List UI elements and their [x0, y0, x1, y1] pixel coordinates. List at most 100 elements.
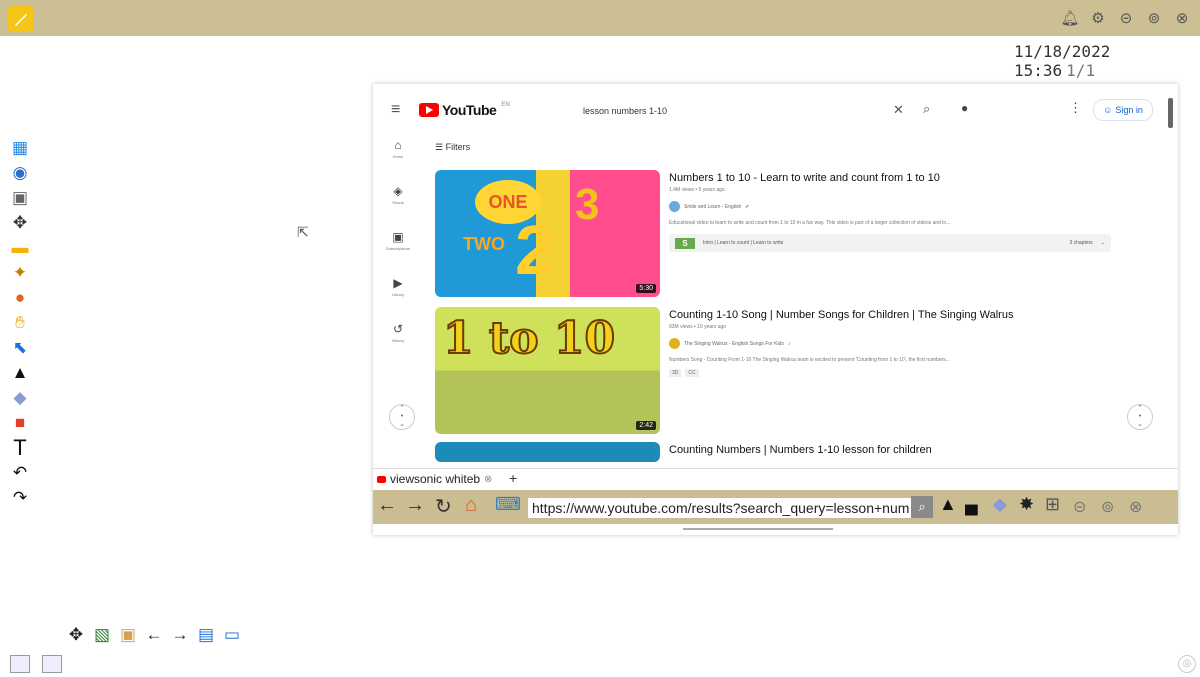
apps-icon[interactable]: ✦: [8, 261, 32, 285]
clear-search-icon[interactable]: ✕: [893, 102, 904, 118]
youtube-favicon-icon: [377, 475, 386, 483]
channel-row[interactable]: The Singing Walrus - English Songs For K…: [669, 338, 1149, 349]
tag-badge: 3D: [669, 369, 682, 377]
gear-icon[interactable]: ⚙: [1088, 8, 1108, 28]
maximize-icon[interactable]: ⊚: [1144, 8, 1164, 28]
folder-icon[interactable]: ▬: [8, 236, 32, 260]
thumbnail-number-graphic: 2: [515, 211, 554, 289]
more-options-icon[interactable]: ⋮: [1069, 100, 1082, 116]
marker-icon[interactable]: ▲: [8, 361, 32, 385]
sidebar-label: Home: [392, 154, 404, 159]
group-icon[interactable]: ◉: [8, 161, 32, 185]
video-tags: 3D CC: [669, 369, 1149, 377]
eraser-icon[interactable]: ◆: [993, 494, 1007, 515]
undo-icon[interactable]: ↶: [8, 461, 32, 485]
sidebar-item-history[interactable]: ↺ History: [373, 322, 423, 368]
minimize-icon[interactable]: ⊝: [1116, 8, 1136, 28]
pen-icon[interactable]: ▄: [965, 494, 978, 515]
windows-icon[interactable]: ▦: [8, 136, 32, 160]
move-icon[interactable]: ✥: [64, 624, 88, 646]
video-result[interactable]: ONE TWO 2 3 5:30 Numbers 1 to 10 - Learn…: [435, 170, 1155, 300]
search-icon[interactable]: ⌕: [911, 496, 933, 518]
microphone-icon[interactable]: ●: [961, 101, 968, 115]
close-tab-icon[interactable]: ⊗: [484, 474, 492, 485]
resize-handle[interactable]: [683, 528, 833, 530]
thumbnail-text: TWO: [463, 234, 505, 254]
chapters-count: 3 chapters: [1069, 240, 1093, 246]
top-bar: 🔔︎ ⚙ ⊝ ⊚ ⊗: [0, 0, 1200, 36]
video-title[interactable]: Numbers 1 to 10 - Learn to write and cou…: [669, 172, 1149, 184]
select-icon[interactable]: ⬉: [8, 336, 32, 360]
browser-tab[interactable]: viewsonic whiteb ⊗: [377, 472, 492, 486]
youtube-sidebar: ⌂ Home ◈ Shorts ▣ Subscriptions ▶ Librar…: [373, 138, 423, 368]
video-title[interactable]: Counting 1-10 Song | Number Songs for Ch…: [669, 309, 1149, 321]
home-icon[interactable]: ⌂: [465, 494, 477, 517]
tag-badge: CC: [685, 369, 699, 377]
channel-row[interactable]: Smile and Learn - English ✔: [669, 201, 1149, 212]
pen-menu-button[interactable]: [8, 6, 34, 32]
sidebar-item-subscriptions[interactable]: ▣ Subscriptions: [373, 230, 423, 276]
scrollbar-thumb[interactable]: [1168, 98, 1173, 128]
close-icon[interactable]: ⊗: [1172, 8, 1192, 28]
video-result[interactable]: Counting Numbers | Numbers 1-10 lesson f…: [435, 442, 1155, 466]
add-page-icon[interactable]: ▤: [194, 624, 218, 646]
settings-corner-icon[interactable]: ◎: [1178, 655, 1196, 673]
text-icon[interactable]: T: [8, 435, 32, 460]
video-result[interactable]: 1 to 10 2:42 Counting 1-10 Song | Number…: [435, 307, 1155, 437]
gallery-icon[interactable]: [42, 655, 62, 673]
forward-icon[interactable]: →: [405, 494, 425, 517]
image-icon[interactable]: [10, 655, 30, 673]
scroll-nav-left-icon[interactable]: ⌃ • ⌄: [389, 404, 415, 430]
sidebar-label: Library: [391, 292, 405, 297]
camera-shutter-icon[interactable]: ✸: [1019, 494, 1034, 515]
sidebar-item-library[interactable]: ▶ Library: [373, 276, 423, 322]
url-bar[interactable]: https://www.youtube.com/results?search_q…: [528, 498, 915, 518]
chapters-bar[interactable]: S Intro | Learn to count | Learn to writ…: [669, 234, 1111, 252]
channel-avatar[interactable]: [669, 338, 680, 349]
youtube-play-icon: [419, 103, 439, 117]
video-meta: Counting 1-10 Song | Number Songs for Ch…: [669, 307, 1149, 377]
video-thumbnail[interactable]: 1 to 10 2:42: [435, 307, 660, 434]
next-page-icon[interactable]: →: [168, 624, 192, 646]
video-title[interactable]: Counting Numbers | Numbers 1-10 lesson f…: [669, 444, 1149, 456]
video-thumbnail[interactable]: [435, 442, 660, 462]
channel-name[interactable]: The Singing Walrus - English Songs For K…: [684, 341, 784, 347]
youtube-logo[interactable]: YouTube EN: [419, 102, 510, 118]
page-manager-icon[interactable]: ▣: [116, 624, 140, 646]
close-icon[interactable]: ⊗: [1129, 497, 1142, 517]
sidebar-item-shorts[interactable]: ◈ Shorts: [373, 184, 423, 230]
redo-icon[interactable]: ↷: [8, 486, 32, 510]
shapes-icon[interactable]: ■: [8, 411, 32, 435]
scroll-nav-right-icon[interactable]: ⌃ • ⌄: [1127, 404, 1153, 430]
previous-page-icon[interactable]: ←: [142, 624, 166, 646]
browser-icon[interactable]: ●: [8, 286, 32, 310]
chevron-down-icon[interactable]: ⌄: [1101, 240, 1105, 246]
sign-in-button[interactable]: ☺ Sign in: [1093, 99, 1153, 121]
maximize-icon[interactable]: ⊚: [1101, 497, 1114, 517]
channel-name[interactable]: Smile and Learn - English: [684, 204, 741, 210]
background-icon[interactable]: ▧: [90, 624, 114, 646]
new-tab-button[interactable]: +: [509, 470, 517, 486]
search-input[interactable]: [573, 98, 875, 124]
channel-avatar[interactable]: [669, 201, 680, 212]
video-thumbnail[interactable]: ONE TWO 2 3 5:30: [435, 170, 660, 297]
youtube-region: EN: [501, 102, 510, 108]
reload-icon[interactable]: ↻: [435, 494, 452, 519]
marker-icon[interactable]: ▲: [939, 494, 957, 515]
video-stats: 1.4M views • 5 years ago: [669, 187, 725, 193]
hand-icon[interactable]: ✋︎: [8, 311, 32, 335]
back-icon[interactable]: ←: [377, 494, 397, 517]
bell-icon[interactable]: 🔔︎: [1060, 8, 1080, 28]
sidebar-item-home[interactable]: ⌂ Home: [373, 138, 423, 184]
minimize-icon[interactable]: ⊝: [1073, 497, 1086, 517]
keyboard-icon[interactable]: ⌨: [495, 494, 521, 515]
page-thumbnail-icon[interactable]: ▭: [220, 624, 244, 646]
screenshot-icon[interactable]: ▣: [8, 186, 32, 210]
eraser-icon[interactable]: ◆: [8, 386, 32, 410]
filters-button[interactable]: ☰ Filters: [435, 142, 470, 153]
move-icon[interactable]: ✥: [8, 211, 32, 235]
sidebar-label: Subscriptions: [385, 246, 410, 251]
menu-icon[interactable]: ≡: [391, 101, 400, 119]
add-panel-icon[interactable]: ⊞: [1045, 494, 1060, 515]
search-icon[interactable]: ⌕: [923, 101, 930, 117]
